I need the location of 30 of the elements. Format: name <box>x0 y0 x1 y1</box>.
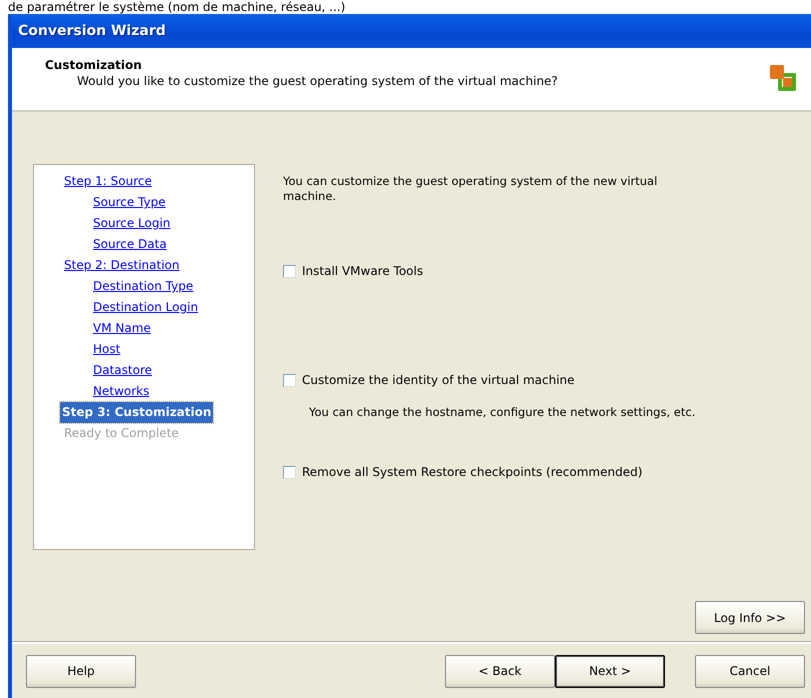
window-title: Conversion Wizard <box>18 23 166 39</box>
wizard-step-link[interactable]: Destination Login <box>91 297 200 318</box>
intro-text: You can customize the guest operating system of the new virtual machine. <box>283 174 658 204</box>
wizard-step-link[interactable]: Datastore <box>91 360 154 381</box>
checkbox[interactable] <box>283 264 296 278</box>
default-button[interactable]: Next > <box>555 654 665 688</box>
page-title: Customization <box>45 58 143 72</box>
log-info-button[interactable]: Log Info >> <box>695 601 805 634</box>
option-description: You can change the hostname, configure the network settings, etc. <box>309 405 696 420</box>
checkbox[interactable] <box>283 374 296 386</box>
wizard-step-link[interactable]: Step 3: Customization <box>60 402 214 423</box>
dialog-button[interactable]: Cancel <box>695 654 805 688</box>
wizard-step-link[interactable]: Source Type <box>91 192 168 213</box>
wizard-step-link[interactable]: Destination Type <box>91 276 196 297</box>
dialog-button[interactable]: Help <box>26 654 136 688</box>
wizard-step-link[interactable]: Step 2: Destination <box>62 255 182 276</box>
checkbox-label[interactable]: Customize the identity of the virtual machine <box>302 373 575 387</box>
wizard-step-link[interactable]: Networks <box>91 381 152 402</box>
squares-logo-icon <box>769 64 797 92</box>
wizard-step-link[interactable]: Host <box>91 339 122 360</box>
wizard-step-link[interactable]: Source Login <box>91 213 172 234</box>
dialog-button[interactable]: < Back <box>445 654 555 688</box>
wizard-step-link[interactable]: VM Name <box>91 318 153 339</box>
checkbox-label[interactable]: Install VMware Tools <box>302 264 424 278</box>
checkbox[interactable] <box>283 466 296 478</box>
checkbox-label[interactable]: Remove all System Restore checkpoints (recommended) <box>302 465 642 479</box>
wizard-step-link[interactable]: Source Data <box>91 234 169 255</box>
page-subtitle: Would you like to customize the guest operating system of the virtual machine? <box>77 74 558 88</box>
caption-text: de paramétrer le système (nom de machine, réseau, ...) <box>7 0 346 14</box>
wizard-step-link[interactable]: Step 1: Source <box>62 171 154 192</box>
